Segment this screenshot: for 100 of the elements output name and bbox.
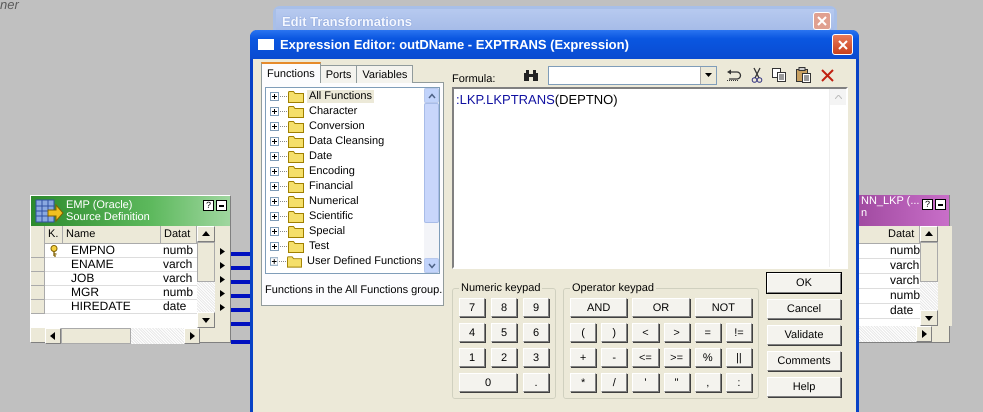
operator-key[interactable]: - (601, 348, 628, 367)
minimize-button[interactable] (216, 200, 227, 211)
keypad-key[interactable]: 8 (491, 298, 517, 317)
scroll-left-icon[interactable] (49, 332, 57, 340)
tab[interactable]: Functions (261, 62, 321, 83)
expand-icon[interactable] (270, 227, 279, 236)
scroll-right-icon[interactable] (188, 332, 196, 340)
tree-item[interactable]: Character (307, 105, 360, 118)
keypad-key[interactable]: 3 (523, 348, 549, 367)
undo-icon[interactable] (726, 69, 742, 81)
expand-icon[interactable] (270, 92, 279, 101)
keypad-key[interactable]: . (523, 373, 549, 392)
expand-icon[interactable] (270, 212, 279, 221)
datatype-cell: varch (858, 274, 920, 290)
tree-item[interactable]: Test (307, 240, 332, 253)
keypad-key[interactable]: 1 (459, 348, 485, 367)
expand-icon[interactable] (270, 242, 279, 251)
operator-key[interactable]: / (601, 373, 628, 392)
operator-key[interactable]: OR (632, 298, 690, 317)
tab[interactable]: Variables (356, 65, 414, 83)
scroll-right-icon[interactable] (920, 330, 928, 338)
operator-key[interactable]: : (726, 373, 752, 392)
dialog-button[interactable]: Help (767, 377, 841, 397)
operator-key[interactable]: " (664, 373, 690, 392)
folder-icon (288, 105, 304, 118)
expand-icon[interactable] (270, 107, 279, 116)
tree-item[interactable]: Numerical (307, 195, 361, 208)
keypad-key[interactable]: 4 (459, 323, 485, 342)
tree-item[interactable]: Data Cleansing (307, 135, 386, 148)
keypad-key[interactable]: 2 (491, 348, 517, 367)
group-title: Operator keypad (571, 282, 655, 294)
operator-key[interactable]: > (664, 323, 690, 342)
horizontal-scrollbar[interactable] (45, 328, 200, 344)
horizontal-scrollbar[interactable] (858, 326, 932, 342)
copy-icon[interactable] (772, 68, 787, 82)
designer-label: ner (0, 0, 19, 12)
keypad-key[interactable]: 6 (523, 323, 549, 342)
expand-icon[interactable] (270, 137, 279, 146)
operator-key[interactable]: <= (632, 348, 659, 367)
dialog-button[interactable]: Validate (767, 325, 841, 345)
operator-key[interactable]: + (570, 348, 596, 367)
keypad-key[interactable]: 9 (523, 298, 549, 317)
dialog-button[interactable]: Cancel (767, 299, 841, 319)
dialog-button[interactable]: OK (767, 273, 841, 293)
tab[interactable]: Ports (320, 65, 358, 83)
column-name-cell: HIREDATE (63, 300, 161, 314)
table-subtitle: n (861, 207, 868, 219)
scroll-down-icon[interactable] (202, 316, 210, 324)
operator-key[interactable]: , (694, 373, 721, 392)
close-button[interactable] (832, 34, 853, 55)
folder-icon (288, 225, 304, 238)
scroll-up-icon[interactable] (925, 230, 934, 238)
tree-item[interactable]: Special (307, 225, 348, 238)
operator-key[interactable]: % (694, 348, 721, 367)
dropdown-arrow-icon[interactable] (705, 73, 712, 77)
tree-item[interactable]: Financial (307, 180, 356, 193)
operator-key[interactable]: NOT (694, 298, 752, 317)
formula-text: :LKP.LKPTRANS (456, 92, 555, 107)
scroll-down-icon[interactable] (925, 314, 934, 322)
tree-item[interactable]: Date (307, 150, 334, 163)
operator-key[interactable]: ( (570, 323, 596, 342)
operator-key[interactable]: ' (632, 373, 659, 392)
expand-icon[interactable] (270, 122, 279, 131)
group-title: Numeric keypad (460, 282, 542, 294)
key-icon (50, 244, 58, 256)
delete-icon[interactable] (821, 68, 834, 82)
operator-key[interactable]: < (632, 323, 659, 342)
tree-item[interactable]: All Functions (307, 90, 374, 103)
binoculars-icon[interactable] (523, 68, 539, 82)
vertical-scrollbar[interactable] (920, 226, 938, 326)
operator-key[interactable]: AND (570, 298, 628, 317)
minimize-button[interactable] (935, 199, 946, 210)
help-button[interactable]: ? (922, 199, 933, 210)
operator-key[interactable]: ) (601, 323, 628, 342)
tree-item[interactable]: Conversion (307, 120, 367, 133)
paste-icon[interactable] (796, 67, 812, 83)
tree-item[interactable]: Scientific (307, 210, 356, 223)
function-description: Functions in the All Functions group. (265, 284, 440, 296)
vertical-scrollbar[interactable] (197, 226, 215, 328)
tree-item[interactable]: User Defined Functions (305, 255, 424, 268)
keypad-key[interactable]: 7 (459, 298, 485, 317)
operator-key[interactable]: = (694, 323, 721, 342)
help-button[interactable]: ? (203, 200, 214, 211)
keypad-key[interactable]: 5 (491, 323, 517, 342)
expand-icon[interactable] (270, 197, 279, 206)
expand-icon[interactable] (270, 167, 279, 176)
operator-key[interactable]: >= (664, 348, 690, 367)
tree-item[interactable]: Encoding (307, 165, 357, 178)
operator-key[interactable]: != (726, 323, 752, 342)
scissors-icon[interactable] (751, 67, 763, 83)
datatype-cell: varch (858, 259, 920, 274)
dialog-button[interactable]: Comments (767, 351, 841, 371)
expand-icon[interactable] (270, 257, 278, 266)
keypad-key[interactable]: 0 (459, 373, 517, 392)
expand-icon[interactable] (270, 182, 279, 191)
operator-key[interactable]: * (570, 373, 596, 392)
scroll-up-icon[interactable] (202, 230, 210, 238)
operator-key[interactable]: || (726, 348, 752, 367)
expand-icon[interactable] (270, 152, 279, 161)
close-icon[interactable] (838, 40, 848, 50)
